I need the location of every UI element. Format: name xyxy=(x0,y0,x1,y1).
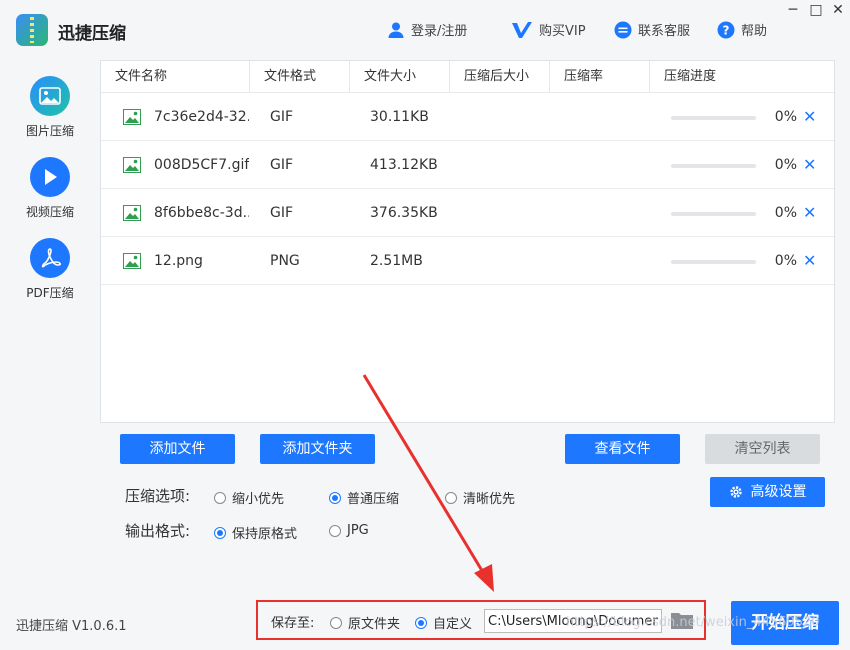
table-row[interactable]: 7c36e2d4-32... GIF 30.11KB 0% ✕ xyxy=(101,93,834,141)
minimize-button[interactable]: ─ xyxy=(784,2,802,18)
image-icon xyxy=(30,76,70,116)
column-header-format: 文件格式 xyxy=(250,61,350,92)
radio-dot xyxy=(330,616,342,629)
add-file-button[interactable]: 添加文件 xyxy=(120,434,235,464)
table-row[interactable]: 8f6bbe8c-3d... GIF 376.35KB 0% ✕ xyxy=(101,189,834,237)
radio-jpg[interactable]: JPG xyxy=(329,523,369,538)
user-icon xyxy=(387,21,405,39)
radio-shrink-first[interactable]: 缩小优先 xyxy=(214,488,284,507)
column-header-name: 文件名称 xyxy=(101,61,250,92)
image-file-icon xyxy=(123,157,141,173)
file-size: 376.35KB xyxy=(370,205,438,221)
radio-dot xyxy=(415,616,427,629)
file-format: GIF xyxy=(270,205,294,221)
image-file-icon xyxy=(123,205,141,221)
remove-row-button[interactable]: ✕ xyxy=(803,93,816,141)
progress-percent: 0% xyxy=(774,157,797,173)
footer: 迅捷压缩 V1.0.6.1 保存至: 原文件夹 自定义 开始压缩 xyxy=(0,595,850,650)
table-row[interactable]: 008D5CF7.gif GIF 413.12KB 0% ✕ xyxy=(101,141,834,189)
chat-icon xyxy=(614,21,632,39)
table-row[interactable]: 12.png PNG 2.51MB 0% ✕ xyxy=(101,237,834,285)
file-name: 12.png xyxy=(154,253,203,269)
remove-row-button[interactable]: ✕ xyxy=(803,141,816,189)
file-size: 2.51MB xyxy=(370,253,423,269)
view-files-button[interactable]: 查看文件 xyxy=(565,434,680,464)
file-name: 7c36e2d4-32... xyxy=(154,109,249,125)
radio-dot xyxy=(329,524,341,537)
login-link[interactable]: 登录/注册 xyxy=(387,20,467,39)
add-folder-button[interactable]: 添加文件夹 xyxy=(260,434,375,464)
column-header-compressed-size: 压缩后大小 xyxy=(450,61,550,92)
output-format-label: 输出格式: xyxy=(125,522,191,540)
column-header-size: 文件大小 xyxy=(350,61,450,92)
advanced-settings-button[interactable]: 高级设置 xyxy=(710,477,825,507)
radio-dot xyxy=(214,526,226,539)
progress-bar xyxy=(671,212,756,216)
app-version: 迅捷压缩 V1.0.6.1 xyxy=(16,619,127,634)
image-file-icon xyxy=(123,109,141,125)
compress-options-label: 压缩选项: xyxy=(125,487,191,505)
table-header: 文件名称 文件格式 文件大小 压缩后大小 压缩率 压缩进度 xyxy=(101,61,834,93)
radio-keep-format[interactable]: 保持原格式 xyxy=(214,523,297,542)
radio-custom-folder[interactable]: 自定义 xyxy=(415,613,472,632)
buy-vip-link[interactable]: 购买VIP xyxy=(511,20,586,39)
file-format: GIF xyxy=(270,157,294,173)
file-size: 413.12KB xyxy=(370,157,438,173)
progress-percent: 0% xyxy=(774,253,797,269)
maximize-button[interactable]: □ xyxy=(807,2,825,18)
column-header-ratio: 压缩率 xyxy=(550,61,650,92)
file-table: 文件名称 文件格式 文件大小 压缩后大小 压缩率 压缩进度 7c36e2d4-3… xyxy=(100,60,835,423)
vip-icon xyxy=(511,21,533,39)
radio-dot xyxy=(445,491,457,504)
progress-bar xyxy=(671,116,756,120)
svg-text:?: ? xyxy=(723,23,730,37)
help-link[interactable]: ? 帮助 xyxy=(717,20,767,39)
remove-row-button[interactable]: ✕ xyxy=(803,189,816,237)
sidebar-item-label: 图片压缩 xyxy=(25,124,74,138)
file-format: GIF xyxy=(270,109,294,125)
app-logo-icon xyxy=(16,14,48,46)
folder-icon[interactable] xyxy=(670,610,694,634)
customer-service-link[interactable]: 联系客服 xyxy=(614,20,690,39)
gear-icon xyxy=(729,485,743,499)
close-button[interactable]: ✕ xyxy=(829,2,847,18)
sidebar-item-label: PDF压缩 xyxy=(26,286,74,300)
file-format: PNG xyxy=(270,253,300,269)
sidebar-item-image-compress[interactable]: 图片压缩 xyxy=(0,76,100,139)
radio-clarity-first[interactable]: 清晰优先 xyxy=(445,488,515,507)
radio-dot xyxy=(329,491,341,504)
start-compress-button[interactable]: 开始压缩 xyxy=(731,601,839,645)
save-location-box: 保存至: 原文件夹 自定义 xyxy=(256,600,706,640)
clear-list-button[interactable]: 清空列表 xyxy=(705,434,820,464)
remove-row-button[interactable]: ✕ xyxy=(803,237,816,285)
title-bar: 迅捷压缩 登录/注册 购买VIP 联系客服 ? 帮助 ─ □ ✕ xyxy=(0,0,850,60)
settings-panel: 添加文件 添加文件夹 查看文件 清空列表 高级设置 压缩选项: 缩小优先 普通压… xyxy=(100,423,835,595)
file-size: 30.11KB xyxy=(370,109,429,125)
save-path-input[interactable] xyxy=(484,609,662,633)
progress-bar xyxy=(671,260,756,264)
pdf-icon xyxy=(30,238,70,278)
radio-normal-compress[interactable]: 普通压缩 xyxy=(329,488,399,507)
help-icon: ? xyxy=(717,21,735,39)
image-file-icon xyxy=(123,253,141,269)
file-name: 8f6bbe8c-3d... xyxy=(154,205,249,221)
play-icon xyxy=(30,157,70,197)
sidebar-item-pdf-compress[interactable]: PDF压缩 xyxy=(0,238,100,301)
radio-dot xyxy=(214,491,226,504)
progress-percent: 0% xyxy=(774,205,797,221)
file-name: 008D5CF7.gif xyxy=(154,157,249,173)
sidebar-item-label: 视频压缩 xyxy=(25,205,74,219)
column-header-progress: 压缩进度 xyxy=(664,69,717,84)
radio-original-folder[interactable]: 原文件夹 xyxy=(330,613,400,632)
progress-percent: 0% xyxy=(774,109,797,125)
progress-bar xyxy=(671,164,756,168)
sidebar-item-video-compress[interactable]: 视频压缩 xyxy=(0,157,100,220)
save-to-label: 保存至: xyxy=(271,616,315,631)
app-name: 迅捷压缩 xyxy=(58,24,126,44)
